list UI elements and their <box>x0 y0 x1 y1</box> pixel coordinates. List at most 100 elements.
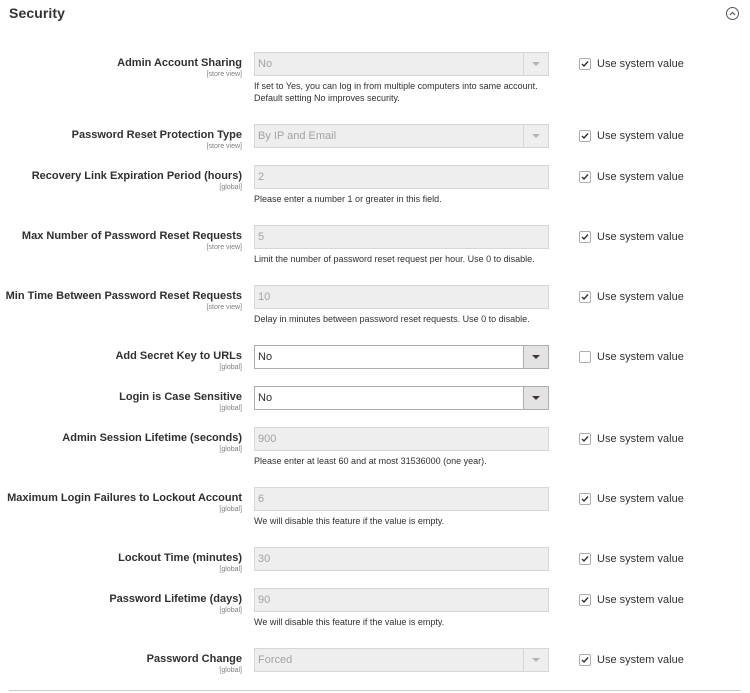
caret-down-icon <box>532 134 540 138</box>
field-scope: [global] <box>219 446 242 453</box>
field-note: Please enter a number 1 or greater in th… <box>254 194 442 204</box>
checkbox-checked[interactable] <box>579 130 591 142</box>
select-add-secret-key-to-urls[interactable]: No <box>254 345 549 369</box>
checkbox-checked[interactable] <box>579 553 591 565</box>
use-system-value-label: Use system value <box>597 594 684 606</box>
input-password-lifetime-days: 90 <box>254 588 549 612</box>
use-system-value-label: Use system value <box>597 433 684 445</box>
field-label: Password Reset Protection Type <box>71 129 242 141</box>
field-label: Min Time Between Password Reset Requests <box>5 290 242 302</box>
checkbox-unchecked[interactable] <box>579 351 591 363</box>
checkmark-icon <box>581 657 589 664</box>
use-system-value-label: Use system value <box>597 493 684 505</box>
field-scope: [global] <box>219 364 242 371</box>
field-label: Lockout Time (minutes) <box>118 552 242 564</box>
input-max-number-of-password-reset-requests: 5 <box>254 225 549 249</box>
use-system-value-toggle[interactable]: Use system value <box>579 432 684 446</box>
field-note: We will disable this feature if the valu… <box>254 516 445 526</box>
checkbox-checked[interactable] <box>579 231 591 243</box>
field-scope: [store view] <box>206 71 242 78</box>
field-scope: [global] <box>219 184 242 191</box>
input-maximum-login-failures-to-lockout-account: 6 <box>254 487 549 511</box>
input-min-time-between-password-reset-requests: 10 <box>254 285 549 309</box>
use-system-value-label: Use system value <box>597 58 684 70</box>
use-system-value-toggle[interactable]: Use system value <box>579 57 684 71</box>
checkbox-checked[interactable] <box>579 594 591 606</box>
checkbox-checked[interactable] <box>579 58 591 70</box>
field-label: Max Number of Password Reset Requests <box>21 230 242 242</box>
use-system-value-toggle[interactable]: Use system value <box>579 492 684 506</box>
input-lockout-time-minutes: 30 <box>254 547 549 571</box>
use-system-value-toggle[interactable]: Use system value <box>579 653 684 667</box>
field-scope: [global] <box>219 506 242 513</box>
use-system-value-toggle[interactable]: Use system value <box>579 350 684 364</box>
select-password-reset-protection-type: By IP and Email <box>254 124 549 148</box>
dropdown-toggle[interactable] <box>523 346 548 368</box>
section-header[interactable]: Security <box>0 0 750 30</box>
use-system-value-toggle[interactable]: Use system value <box>579 593 684 607</box>
use-system-value-label: Use system value <box>597 291 684 303</box>
checkmark-icon <box>581 174 589 181</box>
use-system-value-toggle[interactable]: Use system value <box>579 290 684 304</box>
field-scope: [store view] <box>206 244 242 251</box>
field-label: Add Secret Key to URLs <box>115 350 242 362</box>
use-system-value-label: Use system value <box>597 553 684 565</box>
field-scope: [global] <box>219 667 242 674</box>
caret-down-icon <box>532 355 540 359</box>
checkbox-checked[interactable] <box>579 654 591 666</box>
checkbox-checked[interactable] <box>579 493 591 505</box>
input-admin-session-lifetime-seconds: 900 <box>254 427 549 451</box>
field-label: Maximum Login Failures to Lockout Accoun… <box>7 492 242 504</box>
field-value: By IP and Email <box>258 130 337 142</box>
field-label: Login is Case Sensitive <box>119 391 242 403</box>
field-label: Recovery Link Expiration Period (hours) <box>31 170 242 182</box>
dropdown-toggle <box>523 649 548 671</box>
field-scope: [global] <box>219 566 242 573</box>
field-label: Password Lifetime (days) <box>109 593 242 605</box>
use-system-value-label: Use system value <box>597 351 684 363</box>
field-note: We will disable this feature if the valu… <box>254 617 445 627</box>
checkmark-icon <box>581 294 589 301</box>
use-system-value-label: Use system value <box>597 171 684 183</box>
field-value: 90 <box>258 594 271 606</box>
field-scope: [store view] <box>206 304 242 311</box>
section-title: Security <box>9 5 66 21</box>
dropdown-toggle[interactable] <box>523 387 548 409</box>
field-value: 5 <box>258 231 265 243</box>
use-system-value-label: Use system value <box>597 130 684 142</box>
use-system-value-toggle[interactable]: Use system value <box>579 230 684 244</box>
field-scope: [global] <box>219 607 242 614</box>
checkmark-icon <box>581 234 589 241</box>
checkbox-checked[interactable] <box>579 171 591 183</box>
checkbox-checked[interactable] <box>579 291 591 303</box>
dropdown-toggle <box>523 125 548 147</box>
checkmark-icon <box>581 61 589 68</box>
field-value: 6 <box>258 493 265 505</box>
field-value: No <box>258 58 273 70</box>
use-system-value-label: Use system value <box>597 231 684 243</box>
checkbox-checked[interactable] <box>579 433 591 445</box>
section-divider <box>9 690 741 691</box>
checkmark-icon <box>581 436 589 443</box>
field-value: Forced <box>258 654 293 666</box>
field-note: Delay in minutes between password reset … <box>254 314 530 324</box>
chevron-up-circle-icon[interactable] <box>726 7 739 20</box>
select-login-is-case-sensitive[interactable]: No <box>254 386 549 410</box>
checkmark-icon <box>581 556 589 563</box>
use-system-value-toggle[interactable]: Use system value <box>579 129 684 143</box>
checkmark-icon <box>581 597 589 604</box>
field-label: Admin Session Lifetime (seconds) <box>62 432 242 444</box>
field-scope: [global] <box>219 405 242 412</box>
select-admin-account-sharing: No <box>254 52 549 76</box>
use-system-value-toggle[interactable]: Use system value <box>579 170 684 184</box>
field-note: Limit the number of password reset reque… <box>254 254 535 264</box>
use-system-value-toggle[interactable]: Use system value <box>579 552 684 566</box>
field-note: Please enter at least 60 and at most 315… <box>254 456 487 466</box>
checkmark-icon <box>581 133 589 140</box>
dropdown-toggle <box>523 53 548 75</box>
caret-down-icon <box>532 658 540 662</box>
select-password-change: Forced <box>254 648 549 672</box>
caret-down-icon <box>532 396 540 400</box>
field-label: Admin Account Sharing <box>117 57 242 69</box>
field-value: 900 <box>258 433 277 445</box>
